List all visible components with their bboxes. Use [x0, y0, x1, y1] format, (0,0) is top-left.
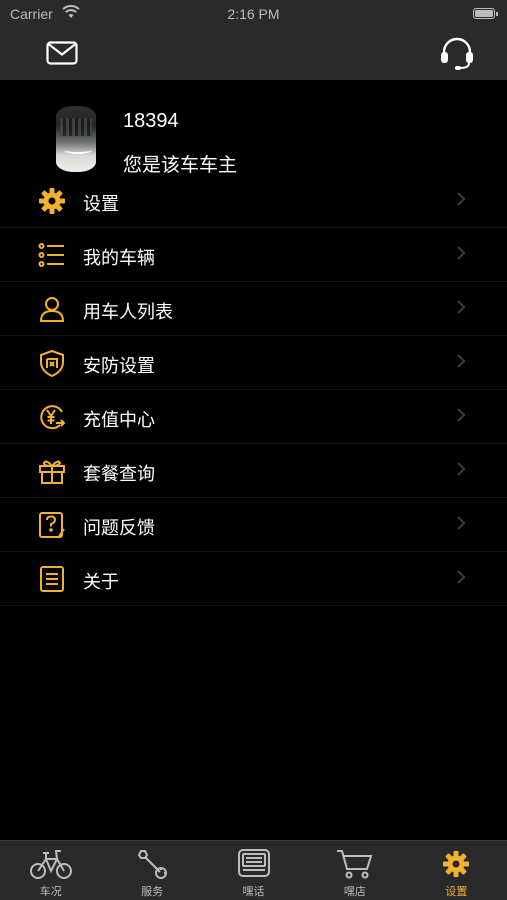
nav-bar	[0, 28, 507, 80]
chevron-right-icon	[457, 462, 466, 476]
tab-vehicle-status[interactable]: 车况	[0, 841, 101, 900]
chevron-right-icon	[457, 354, 466, 368]
user-role: 您是该车车主	[123, 154, 238, 176]
tab-service[interactable]: 服务	[101, 841, 202, 900]
menu-item-label: 问题反馈	[83, 518, 155, 539]
chevron-right-icon	[457, 246, 466, 260]
menu-item-user-list[interactable]: 用车人列表	[0, 282, 507, 336]
settings-menu: 设置 我的车辆 用车人列表 安防设置 充值中心 套餐查询 问题反馈 关于	[0, 174, 507, 606]
tab-bar: 车况 服务 嘿话 嘿店 设置	[0, 840, 507, 900]
tab-label: 设置	[445, 885, 468, 898]
menu-item-label: 设置	[83, 194, 119, 215]
document-icon	[40, 566, 64, 592]
tab-label: 嘿店	[343, 885, 366, 898]
wrench-icon	[137, 850, 168, 879]
chevron-right-icon	[457, 516, 466, 530]
tab-chat[interactable]: 嘿话	[203, 841, 304, 900]
menu-item-label: 套餐查询	[83, 464, 155, 485]
menu-item-security[interactable]: 安防设置	[0, 336, 507, 390]
chevron-right-icon	[457, 192, 466, 206]
feedback-icon	[39, 512, 65, 539]
headset-icon[interactable]	[438, 36, 476, 72]
tab-shop[interactable]: 嘿店	[304, 841, 405, 900]
list-icon	[38, 243, 64, 267]
menu-item-label: 我的车辆	[83, 248, 155, 269]
chat-icon	[237, 849, 270, 877]
bicycle-icon	[29, 850, 72, 879]
battery-icon	[473, 8, 498, 19]
menu-item-label: 安防设置	[83, 356, 155, 377]
menu-item-about[interactable]: 关于	[0, 552, 507, 606]
chevron-right-icon	[457, 570, 466, 584]
tab-settings[interactable]: 设置	[406, 841, 507, 900]
tab-label: 车况	[39, 885, 62, 898]
gift-icon	[39, 460, 65, 484]
menu-item-label: 关于	[83, 572, 119, 593]
menu-item-plan-query[interactable]: 套餐查询	[0, 444, 507, 498]
cart-icon	[336, 850, 373, 879]
clock: 2:16 PM	[227, 6, 280, 22]
chevron-right-icon	[457, 300, 466, 314]
users-icon	[39, 297, 65, 322]
gear-icon	[443, 851, 470, 877]
profile-header: 18394 您是该车车主	[0, 80, 507, 180]
gear-icon	[39, 188, 65, 214]
avatar[interactable]	[56, 106, 96, 172]
menu-item-my-vehicles[interactable]: 我的车辆	[0, 228, 507, 282]
status-bar: Carrier 2:16 PM	[0, 0, 507, 28]
menu-item-feedback[interactable]: 问题反馈	[0, 498, 507, 552]
tab-label: 嘿话	[242, 885, 265, 898]
user-id: 18394	[123, 110, 179, 132]
yuan-icon	[40, 405, 66, 430]
tab-label: 服务	[141, 885, 164, 898]
menu-item-label: 用车人列表	[83, 302, 173, 323]
menu-item-recharge[interactable]: 充值中心	[0, 390, 507, 444]
chevron-right-icon	[457, 408, 466, 422]
menu-item-settings[interactable]: 设置	[0, 174, 507, 228]
menu-item-label: 充值中心	[83, 410, 155, 431]
shield-icon	[40, 349, 64, 377]
mail-icon[interactable]	[46, 41, 78, 65]
